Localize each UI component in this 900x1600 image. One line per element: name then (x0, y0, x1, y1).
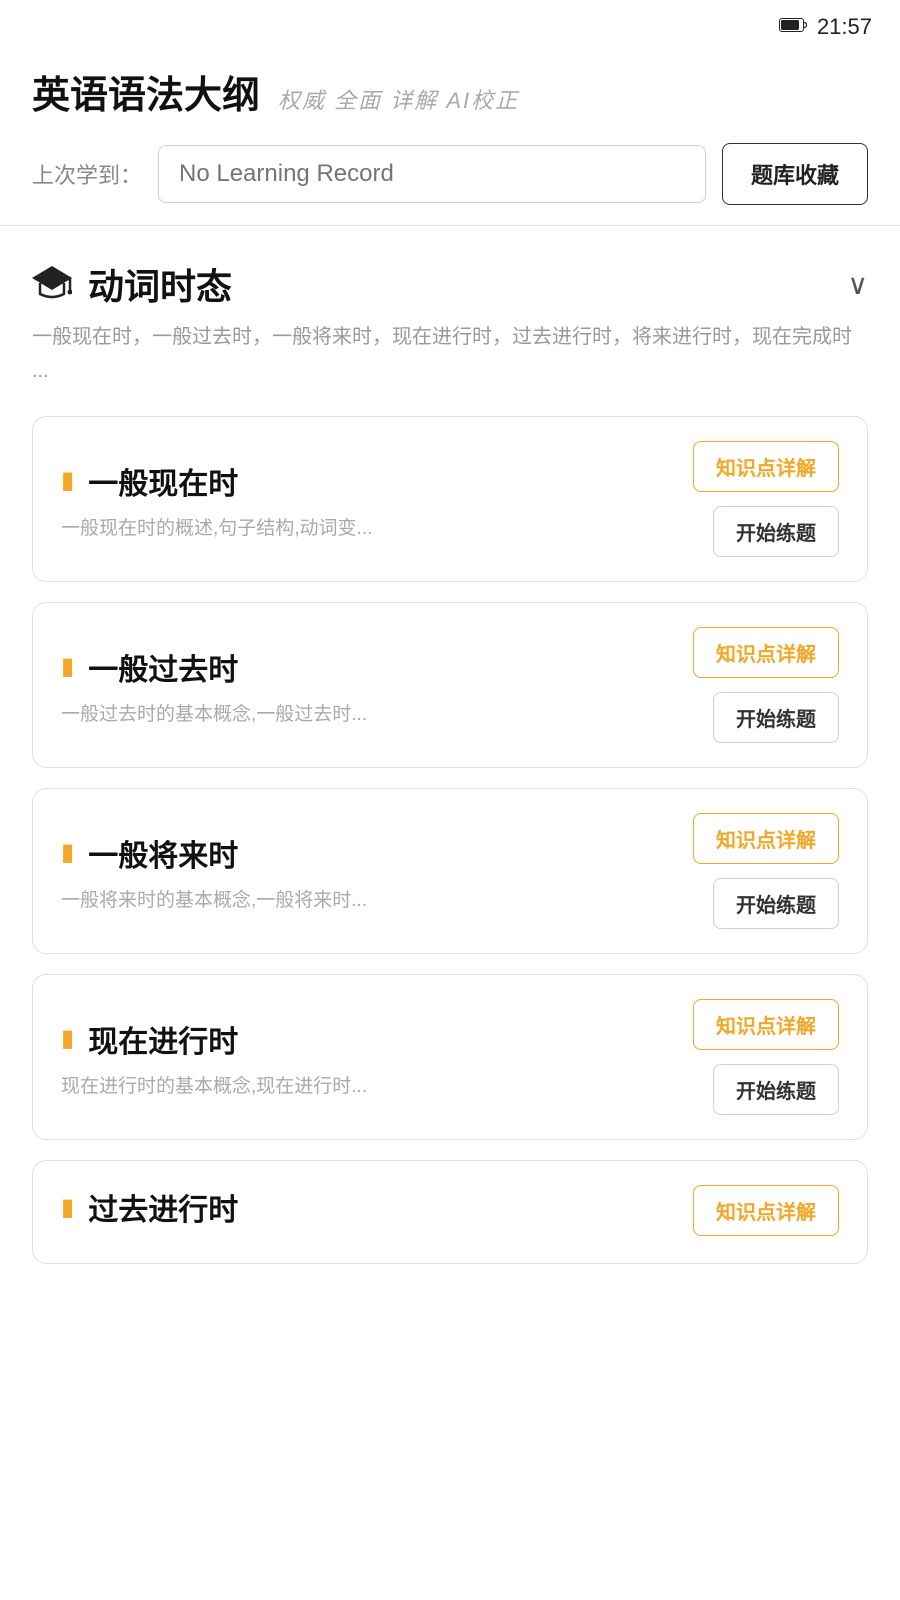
card-title: 一般现在时 (88, 459, 238, 503)
card-title: 一般将来时 (88, 831, 238, 875)
card-left: ▮ 过去进行时 (61, 1185, 693, 1263)
detail-button[interactable]: 知识点详解 (693, 999, 839, 1050)
header-record-row: 上次学到： 题库收藏 (32, 143, 868, 205)
collection-button[interactable]: 题库收藏 (722, 143, 868, 205)
detail-button[interactable]: 知识点详解 (693, 813, 839, 864)
card-past-simple: ▮ 一般过去时 一般过去时的基本概念,一般过去时... 知识点详解 开始练题 (32, 602, 868, 768)
page-main-title: 英语语法大纲 (32, 64, 260, 119)
record-label: 上次学到： (32, 158, 142, 190)
detail-button[interactable]: 知识点详解 (693, 1185, 839, 1236)
card-actions: 知识点详解 开始练题 (693, 627, 839, 743)
card-title-row: ▮ 过去进行时 (61, 1185, 693, 1229)
card-past-continuous: ▮ 过去进行时 知识点详解 (32, 1160, 868, 1264)
card-future-simple: ▮ 一般将来时 一般将来时的基本概念,一般将来时... 知识点详解 开始练题 (32, 788, 868, 954)
card-left: ▮ 现在进行时 现在进行时的基本概念,现在进行时... (61, 1017, 693, 1098)
card-description: 现在进行时的基本概念,现在进行时... (61, 1071, 441, 1098)
practice-button[interactable]: 开始练题 (713, 506, 839, 557)
card-title-row: ▮ 一般过去时 (61, 645, 693, 689)
card-actions: 知识点详解 开始练题 (693, 441, 839, 557)
status-bar: 21:57 (0, 0, 900, 48)
header-title-row: 英语语法大纲 权威 全面 详解 AI校正 (32, 64, 868, 119)
battery-icon (779, 18, 807, 37)
card-description: 一般现在时的概述,句子结构,动词变... (61, 513, 441, 540)
cards-list: ▮ 一般现在时 一般现在时的概述,句子结构,动词变... 知识点详解 开始练题 … (32, 416, 868, 1284)
learning-record-input[interactable] (158, 145, 706, 203)
card-left: ▮ 一般将来时 一般将来时的基本概念,一般将来时... (61, 831, 693, 912)
bookmark-icon: ▮ (61, 1024, 74, 1053)
card-present-continuous: ▮ 现在进行时 现在进行时的基本概念,现在进行时... 知识点详解 开始练题 (32, 974, 868, 1140)
card-title: 一般过去时 (88, 645, 238, 689)
card-description: 一般将来时的基本概念,一般将来时... (61, 885, 441, 912)
detail-button[interactable]: 知识点详解 (693, 627, 839, 678)
bookmark-icon: ▮ (61, 652, 74, 681)
chevron-down-icon[interactable]: ∨ (848, 268, 869, 301)
verb-tense-section: 动词时态 ∨ 一般现在时，一般过去时，一般将来时，现在进行时，过去进行时，将来进… (0, 226, 900, 1284)
card-title: 过去进行时 (88, 1185, 238, 1229)
card-present-simple: ▮ 一般现在时 一般现在时的概述,句子结构,动词变... 知识点详解 开始练题 (32, 416, 868, 582)
status-time: 21:57 (817, 14, 872, 40)
detail-button[interactable]: 知识点详解 (693, 441, 839, 492)
section-description: 一般现在时，一般过去时，一般将来时，现在进行时，过去进行时，将来进行时，现在完成… (32, 320, 868, 388)
card-title-row: ▮ 现在进行时 (61, 1017, 693, 1061)
graduation-cap-icon (32, 264, 72, 305)
card-actions: 知识点详解 开始练题 (693, 813, 839, 929)
bookmark-icon: ▮ (61, 838, 74, 867)
practice-button[interactable]: 开始练题 (713, 692, 839, 743)
card-actions: 知识点详解 开始练题 (693, 999, 839, 1115)
page-sub-title: 权威 全面 详解 AI校正 (278, 83, 519, 115)
section-title: 动词时态 (88, 258, 232, 310)
bookmark-icon: ▮ (61, 466, 74, 495)
card-title-row: ▮ 一般将来时 (61, 831, 693, 875)
section-header: 动词时态 ∨ (32, 258, 868, 310)
page-header: 英语语法大纲 权威 全面 详解 AI校正 上次学到： 题库收藏 (0, 48, 900, 226)
card-title-row: ▮ 一般现在时 (61, 459, 693, 503)
status-bar-right: 21:57 (779, 14, 872, 40)
card-title: 现在进行时 (88, 1017, 238, 1061)
card-actions: 知识点详解 (693, 1185, 839, 1260)
practice-button[interactable]: 开始练题 (713, 878, 839, 929)
card-left: ▮ 一般现在时 一般现在时的概述,句子结构,动词变... (61, 459, 693, 540)
card-description: 一般过去时的基本概念,一般过去时... (61, 699, 441, 726)
bookmark-icon: ▮ (61, 1193, 74, 1222)
section-title-group: 动词时态 (32, 258, 232, 310)
card-left: ▮ 一般过去时 一般过去时的基本概念,一般过去时... (61, 645, 693, 726)
practice-button[interactable]: 开始练题 (713, 1064, 839, 1115)
